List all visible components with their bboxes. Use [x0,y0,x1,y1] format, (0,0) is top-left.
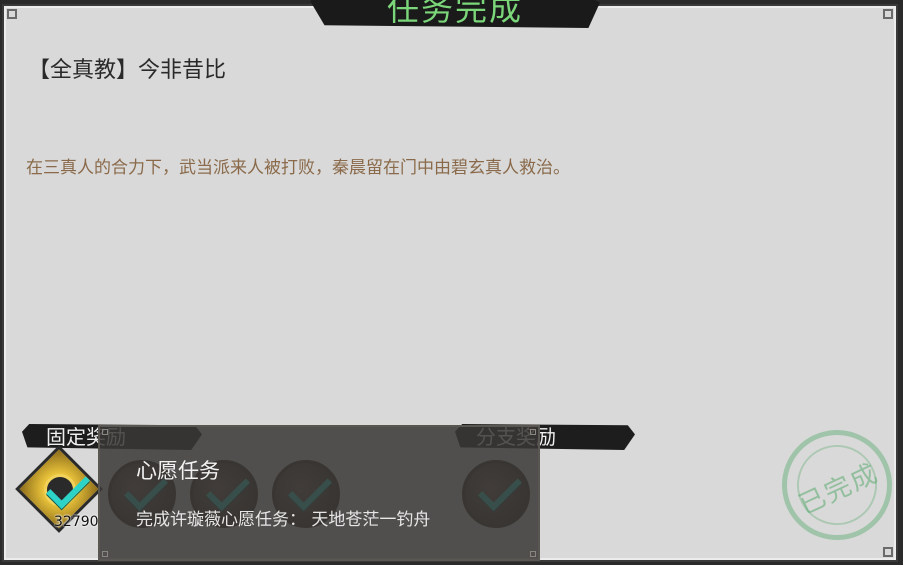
quest-description: 在三真人的合力下，武当派来人被打败，秦晨留在门中由碧玄真人救治。 [26,158,570,178]
tooltip-title: 心愿任务 [136,459,220,483]
tooltip-corner [102,551,108,557]
tooltip-corner [530,551,536,557]
gold-reward-count: 32790 [54,514,99,530]
panel-corner-ornament [883,547,893,557]
tooltip-body: 完成许璇薇心愿任务： 天地苍茫一钓舟 [136,510,431,530]
page-title: 任务完成 [386,0,523,28]
panel-corner-ornament [883,9,893,19]
quest-title: 【全真教】今非昔比 [28,58,227,83]
tooltip-corner [102,429,108,435]
wish-quest-tooltip: 心愿任务 完成许璇薇心愿任务： 天地苍茫一钓舟 [98,425,540,561]
tooltip-corner [530,429,536,435]
panel-corner-ornament [7,9,17,19]
